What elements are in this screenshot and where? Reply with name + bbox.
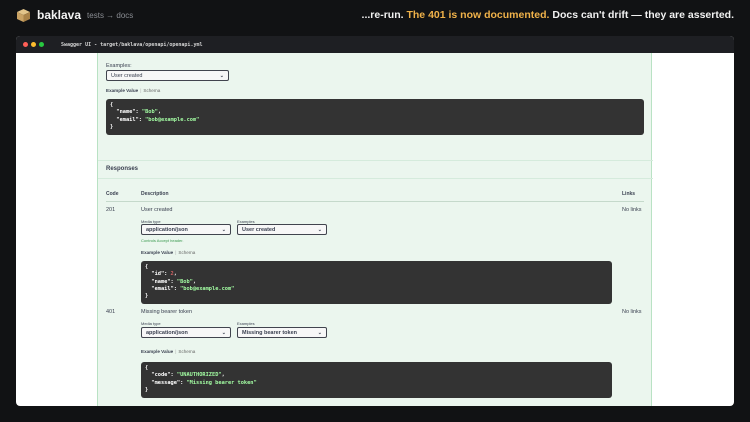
response-description: User created — [141, 207, 173, 213]
response-links: No links — [622, 207, 642, 213]
response-201-example-body: { "id": 2, "name": "Bob", "email": "bob@… — [141, 261, 612, 304]
media-type-select[interactable]: application/json ⌄ — [141, 327, 231, 338]
section-divider — [98, 178, 653, 179]
breadcrumb: tests → docs — [87, 10, 134, 20]
response-code-201: 201 — [106, 207, 116, 213]
operation-panel: Examples: User created ⌄ Example Value | S… — [97, 53, 653, 406]
close-dot-icon[interactable] — [23, 42, 28, 47]
request-example-tabs: Example Value | Schema — [106, 88, 161, 93]
response-examples-select[interactable]: Missing bearer token ⌄ — [237, 327, 327, 338]
maximize-dot-icon[interactable] — [39, 42, 44, 47]
request-examples-value: User created — [111, 72, 143, 79]
response-links: No links — [622, 309, 642, 315]
response-example-tabs: Example Value | Schema — [141, 250, 196, 255]
tab-example-value[interactable]: Example Value — [106, 88, 138, 93]
col-links-header: Links — [622, 191, 636, 197]
table-header-divider — [106, 201, 644, 202]
tagline-highlight: The 401 is now documented. — [406, 9, 550, 21]
tagline-pre: ...re-run. — [361, 9, 407, 21]
tagline-post: Docs can't drift — they are asserted. — [549, 9, 734, 21]
responses-title: Responses — [106, 166, 139, 172]
tab-example-value[interactable]: Example Value — [141, 349, 173, 354]
response-code-401: 401 — [106, 309, 116, 315]
chevron-down-icon: ⌄ — [221, 330, 226, 336]
media-type-value: application/json — [146, 329, 188, 336]
top-bar: baklava tests → docs ...re-run. The 401 … — [0, 0, 750, 30]
tab-example-value[interactable]: Example Value — [141, 250, 173, 255]
chevron-down-icon: ⌄ — [317, 330, 322, 336]
response-description: Missing bearer token — [141, 309, 193, 315]
box-logo-icon — [16, 8, 31, 23]
tab-schema[interactable]: Schema — [143, 88, 160, 93]
media-type-select[interactable]: application/json ⌄ — [141, 224, 231, 235]
tab-schema[interactable]: Schema — [178, 349, 195, 354]
window-titlebar: Swagger UI - target/baklava/openapi/open… — [16, 36, 734, 53]
chevron-down-icon: ⌄ — [221, 227, 226, 233]
brand-name: baklava — [37, 8, 82, 22]
response-example-tabs: Example Value | Schema — [141, 349, 196, 354]
col-code-header: Code — [106, 191, 119, 197]
chevron-down-icon: ⌄ — [219, 73, 224, 79]
response-examples-value: User created — [242, 226, 276, 233]
examples-label: Examples: — [106, 63, 132, 69]
response-examples-select[interactable]: User created ⌄ — [237, 224, 327, 235]
minimize-dot-icon[interactable] — [31, 42, 36, 47]
window-title: Swagger UI - target/baklava/openapi/open… — [61, 41, 203, 48]
request-example-body: { "name": "Bob", "email": "bob@example.c… — [106, 99, 644, 135]
media-type-value: application/json — [146, 226, 188, 233]
response-401-example-body: { "code": "UNAUTHORIZED", "message": "Mi… — [141, 362, 612, 398]
media-type-label: Media type — [141, 321, 161, 326]
controls-accept-note: Controls Accept header. — [141, 238, 184, 243]
col-description-header: Description — [141, 191, 169, 197]
chevron-down-icon: ⌄ — [317, 227, 322, 233]
request-examples-select[interactable]: User created ⌄ — [106, 70, 229, 81]
examples-label: Examples — [237, 321, 255, 326]
tab-schema[interactable]: Schema — [178, 250, 195, 255]
response-examples-value: Missing bearer token — [242, 329, 298, 336]
tagline: ...re-run. The 401 is now documented. Do… — [362, 9, 734, 21]
browser-window: Swagger UI - target/baklava/openapi/open… — [16, 36, 734, 406]
section-divider — [98, 160, 653, 161]
